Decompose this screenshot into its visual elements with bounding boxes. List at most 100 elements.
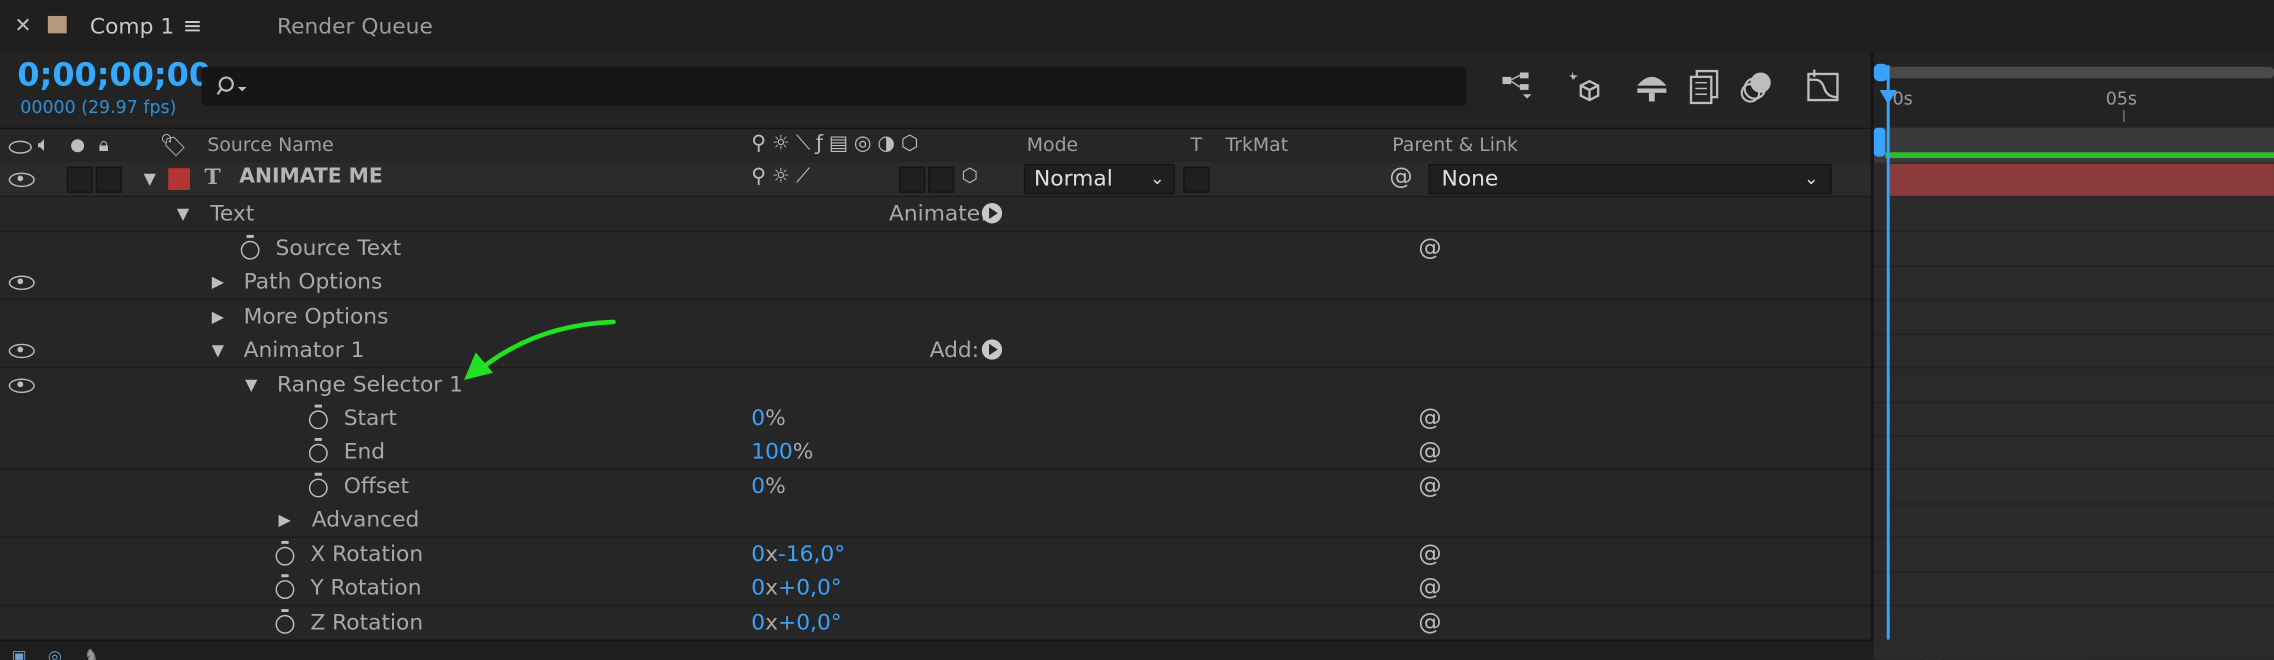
- property-row-more-options[interactable]: ▶ More Options: [0, 300, 1871, 336]
- property-value[interactable]: 0%: [751, 473, 786, 499]
- work-area-row[interactable]: [1873, 127, 2274, 163]
- playhead-line[interactable]: [1886, 65, 1889, 640]
- work-area-start-handle[interactable]: [1873, 127, 1886, 157]
- motion-blur-icon[interactable]: [1737, 68, 1775, 113]
- stopwatch-icon[interactable]: [275, 609, 295, 634]
- revolutions-value[interactable]: 0: [751, 609, 765, 635]
- expand-icon[interactable]: ▼: [245, 376, 257, 395]
- panel-menu-icon[interactable]: ≡: [183, 0, 202, 52]
- pick-whip-icon[interactable]: @: [1389, 162, 1412, 190]
- layer-label-color[interactable]: [168, 168, 190, 190]
- property-row-offset[interactable]: Offset 0% @: [0, 469, 1871, 505]
- stopwatch-icon[interactable]: [240, 234, 260, 260]
- layer-name[interactable]: ANIMATE ME: [239, 165, 382, 188]
- value-number[interactable]: 0: [751, 473, 765, 499]
- solo-toggle[interactable]: [95, 166, 122, 193]
- property-value[interactable]: 0%: [751, 405, 786, 431]
- layer-switches[interactable]: ⚲☼⟋: [751, 165, 816, 188]
- label-header-icon[interactable]: 🏷︎: [160, 132, 188, 158]
- degrees-value[interactable]: +0,0°: [778, 574, 842, 600]
- property-row-source-text[interactable]: Source Text @: [0, 232, 1871, 267]
- expand-icon[interactable]: ▶: [212, 273, 224, 292]
- time-ruler[interactable]: 0s 05s: [1873, 52, 2274, 128]
- property-value[interactable]: 0x-16,0°: [751, 541, 845, 567]
- parent-dropdown[interactable]: None ⌄: [1428, 163, 1832, 195]
- pick-whip-icon[interactable]: @: [1418, 573, 1441, 601]
- solo-header-icon[interactable]: [71, 139, 85, 153]
- revolutions-value[interactable]: 0: [751, 541, 765, 567]
- layer-row[interactable]: ▼ T ANIMATE ME ⚲☼⟋ ⬡ Normal ⌄ @ None ⌄: [0, 162, 1871, 198]
- motion-blur-switch[interactable]: [928, 166, 955, 193]
- pick-whip-icon[interactable]: @: [1418, 471, 1441, 499]
- trkmat-header[interactable]: TrkMat: [1225, 135, 1288, 157]
- add-menu-button[interactable]: [981, 339, 1003, 360]
- property-row-start[interactable]: Start 0% @: [0, 401, 1871, 437]
- value-number[interactable]: 0: [751, 405, 765, 431]
- animate-menu-button[interactable]: [981, 203, 1003, 224]
- blend-mode-dropdown[interactable]: Normal ⌄: [1023, 163, 1175, 195]
- search-input[interactable]: [201, 66, 1467, 106]
- expand-icon[interactable]: ▼: [177, 204, 189, 223]
- audio-toggle[interactable]: [66, 166, 93, 193]
- stopwatch-icon[interactable]: [275, 574, 295, 599]
- pick-whip-icon[interactable]: @: [1418, 437, 1441, 465]
- toggle-switches-icon[interactable]: ▣: [12, 647, 27, 660]
- preserve-transparency-toggle[interactable]: [1183, 166, 1210, 193]
- property-value[interactable]: 100%: [751, 438, 813, 464]
- source-name-header[interactable]: Source Name: [207, 135, 333, 157]
- pick-whip-icon[interactable]: @: [1418, 403, 1441, 431]
- property-row-y-rotation[interactable]: Y Rotation 0x+0,0° @: [0, 571, 1871, 607]
- expand-icon[interactable]: ▼: [212, 341, 224, 360]
- expand-icon[interactable]: ▶: [212, 307, 224, 326]
- frame-blending-icon[interactable]: [1688, 68, 1723, 113]
- audio-header-icon[interactable]: 🔈︎: [38, 133, 50, 156]
- property-row-range-selector-1[interactable]: ▼ Range Selector 1: [0, 368, 1871, 404]
- stopwatch-icon[interactable]: [308, 404, 328, 430]
- revolutions-value[interactable]: 0: [751, 574, 765, 600]
- pick-whip-icon[interactable]: @: [1418, 233, 1441, 261]
- eye-icon[interactable]: [8, 378, 35, 394]
- time-navigator-bar[interactable]: [1879, 66, 2274, 79]
- property-row-animator-1[interactable]: ▼ Animator 1 Add:: [0, 333, 1871, 369]
- property-row-end[interactable]: End 100% @: [0, 435, 1871, 470]
- property-value[interactable]: 0x+0,0°: [751, 574, 841, 600]
- lock-header-icon[interactable]: 🔒︎: [99, 135, 109, 157]
- adjustment-layer-switch[interactable]: [899, 166, 926, 193]
- value-number[interactable]: 100: [751, 438, 793, 464]
- eye-icon[interactable]: [8, 172, 35, 188]
- property-row-z-rotation[interactable]: Z Rotation 0x+0,0° @: [0, 606, 1871, 642]
- shy-layers-icon[interactable]: [1633, 68, 1671, 113]
- property-row-text[interactable]: ▼ Text Animate:: [0, 197, 1871, 233]
- draft-3d-icon[interactable]: [1566, 68, 1604, 113]
- panel-divider[interactable]: [1870, 52, 1874, 640]
- toggle-render-time-icon[interactable]: ♞: [84, 645, 98, 660]
- graph-editor-icon[interactable]: [1804, 68, 1842, 113]
- tab-comp-1[interactable]: Comp 1: [90, 0, 174, 52]
- current-time-display[interactable]: 0;00;00;00: [17, 58, 211, 94]
- close-tab-icon[interactable]: ✕: [15, 0, 32, 52]
- property-value[interactable]: 0x+0,0°: [751, 609, 841, 635]
- parent-link-header[interactable]: Parent & Link: [1392, 135, 1518, 157]
- tab-render-queue[interactable]: Render Queue: [277, 0, 433, 52]
- pick-whip-icon[interactable]: @: [1418, 608, 1441, 636]
- 3d-layer-icon[interactable]: ⬡: [962, 165, 978, 187]
- mode-header[interactable]: Mode: [1027, 135, 1078, 157]
- stopwatch-icon[interactable]: [308, 472, 328, 498]
- degrees-value[interactable]: -16,0°: [778, 541, 845, 567]
- layer-duration-bar[interactable]: [1889, 163, 2274, 196]
- eye-icon[interactable]: [8, 343, 35, 359]
- expand-icon[interactable]: ▶: [278, 510, 290, 529]
- work-area-bar[interactable]: [1885, 152, 2274, 159]
- property-row-advanced[interactable]: ▶ Advanced: [0, 503, 1871, 539]
- pick-whip-icon[interactable]: @: [1418, 539, 1441, 567]
- toggle-modes-icon[interactable]: ◎: [48, 647, 62, 660]
- composition-flowchart-icon[interactable]: [1500, 68, 1538, 110]
- property-row-path-options[interactable]: ▶ Path Options: [0, 265, 1871, 301]
- stopwatch-icon[interactable]: [308, 437, 328, 463]
- degrees-value[interactable]: +0,0°: [778, 609, 842, 635]
- stopwatch-icon[interactable]: [275, 540, 295, 566]
- eye-icon[interactable]: [8, 275, 35, 291]
- video-switch-header-icon[interactable]: [8, 140, 32, 154]
- property-row-x-rotation[interactable]: X Rotation 0x-16,0° @: [0, 538, 1871, 573]
- layer-expand-icon[interactable]: ▼: [144, 170, 156, 189]
